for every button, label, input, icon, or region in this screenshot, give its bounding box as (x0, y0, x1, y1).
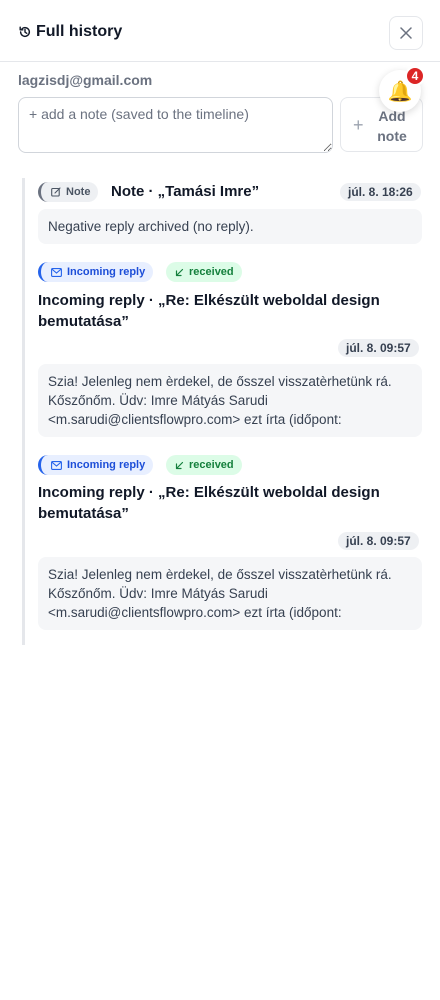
note-input[interactable] (18, 97, 333, 153)
status-badge: received (166, 455, 242, 475)
arrow-down-left-icon (175, 268, 184, 276)
edit-icon (51, 187, 61, 197)
entry-title: Incoming reply · „Re: Elkészült weboldal… (38, 484, 380, 522)
entry-title: Incoming reply · „Re: Elkészült weboldal… (38, 292, 380, 330)
entry-body: Negative reply archived (no reply). (38, 209, 422, 244)
panel-header: Full history (0, 0, 440, 62)
close-icon (400, 27, 412, 39)
status-badge: received (166, 262, 242, 282)
entry-date: júl. 8. 18:26 (340, 183, 421, 201)
entry-type-label: Note (66, 186, 91, 198)
panel-title: Full history (36, 23, 123, 40)
mail-icon (51, 460, 62, 470)
history-icon (19, 26, 31, 38)
mail-icon (51, 267, 62, 277)
entry-body: Szia! Jelenleg nem èrdekel, de ősszel vi… (38, 364, 422, 437)
status-label: received (189, 266, 234, 278)
arrow-down-left-icon (175, 461, 184, 469)
incoming-type-badge: Incoming reply (38, 455, 154, 475)
entry-date: júl. 8. 09:57 (338, 532, 419, 550)
entry-type-label: Incoming reply (67, 266, 146, 278)
entry-date: júl. 8. 09:57 (338, 339, 419, 357)
incoming-type-badge: Incoming reply (38, 262, 154, 282)
add-note-label: Add note (377, 108, 407, 144)
entry-title: Note · „Tamási Imre” (111, 183, 260, 200)
plus-icon: + (353, 115, 364, 135)
entry-body: Szia! Jelenleg nem èrdekel, de ősszel vi… (38, 557, 422, 630)
timeline-line (22, 178, 25, 645)
status-label: received (189, 459, 234, 471)
notification-count-badge: 4 (405, 66, 425, 86)
note-type-badge: Note (38, 182, 99, 202)
close-button[interactable] (389, 16, 423, 50)
entry-type-label: Incoming reply (67, 459, 146, 471)
contact-email: lagzisdj@gmail.com (18, 72, 153, 88)
